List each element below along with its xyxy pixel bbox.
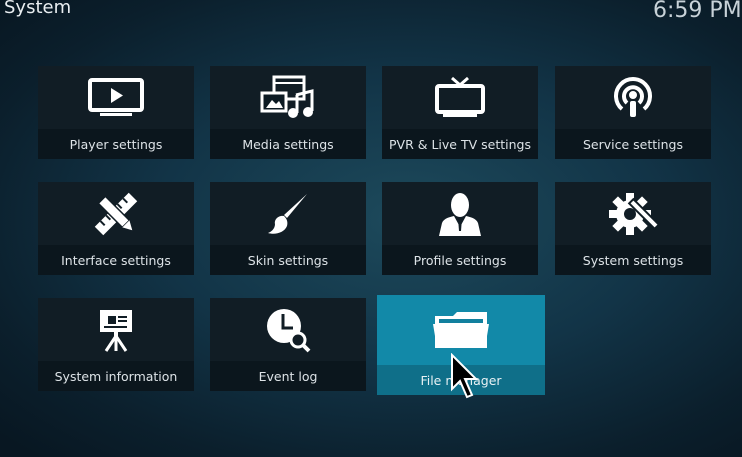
presentation-icon [96,308,136,352]
media-icon [260,75,316,121]
tile-system-settings[interactable]: System settings [555,182,711,275]
pencil-ruler-icon [92,190,140,238]
tile-profile-settings[interactable]: Profile settings [382,182,538,275]
gear-wrench-icon [608,190,658,238]
tile-label: Interface settings [38,245,194,275]
header-title: System [4,0,72,18]
mouse-cursor [450,352,479,403]
tile-label: Skin settings [210,245,366,275]
tile-label: System information [38,361,194,391]
tv-icon [434,76,486,120]
clock: 6:59 PM [653,0,742,23]
tile-label: Service settings [555,129,711,159]
clock-search-icon [264,306,312,354]
tile-label: Player settings [38,129,194,159]
folder-icon [431,310,491,350]
user-icon [436,191,484,237]
podcast-icon [611,75,655,121]
monitor-play-icon [88,77,144,118]
tile-pvr-live-tv-settings[interactable]: PVR & Live TV settings [382,66,538,159]
tile-label: PVR & Live TV settings [382,129,538,159]
tile-system-information[interactable]: System information [38,298,194,391]
tile-skin-settings[interactable]: Skin settings [210,182,366,275]
tile-service-settings[interactable]: Service settings [555,66,711,159]
tile-label: System settings [555,245,711,275]
tile-player-settings[interactable]: Player settings [38,66,194,159]
tile-label: Media settings [210,129,366,159]
tile-media-settings[interactable]: Media settings [210,66,366,159]
tile-interface-settings[interactable]: Interface settings [38,182,194,275]
tile-label: Event log [210,361,366,391]
paintbrush-icon [265,191,311,237]
tile-event-log[interactable]: Event log [210,298,366,391]
tile-label: Profile settings [382,245,538,275]
